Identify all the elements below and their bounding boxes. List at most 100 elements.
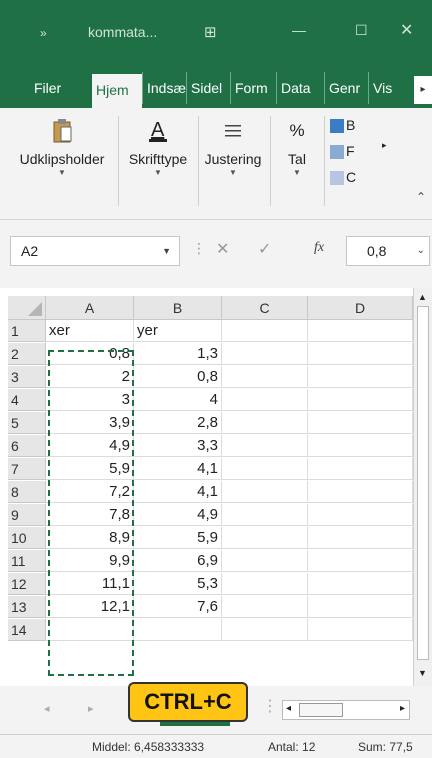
cell-a[interactable]: 3	[46, 389, 134, 411]
cell-b[interactable]: 7,6	[134, 596, 222, 618]
styles-group[interactable]: B F C ▸	[330, 112, 396, 202]
cell-c[interactable]	[222, 366, 308, 388]
row-header[interactable]: 8	[8, 481, 46, 503]
cell-c[interactable]	[222, 343, 308, 365]
cell-b[interactable]: 1,3	[134, 343, 222, 365]
cell-c[interactable]	[222, 504, 308, 526]
chevron-down-icon[interactable]: ▼	[162, 237, 171, 265]
row-header[interactable]: 2	[8, 343, 46, 365]
font-group[interactable]: A Skrifttype ▼	[118, 112, 198, 180]
cell-c[interactable]	[222, 573, 308, 595]
number-group[interactable]: % Tal ▼	[280, 112, 314, 180]
collapse-ribbon-icon[interactable]: ⌃	[416, 190, 426, 204]
cell-a[interactable]: 8,9	[46, 527, 134, 549]
cell-d[interactable]	[308, 504, 413, 526]
quick-access-icon[interactable]: »	[40, 26, 47, 40]
maximize-icon[interactable]: ☐	[355, 22, 368, 39]
cell-a[interactable]: 12,1	[46, 596, 134, 618]
conditional-formatting-button[interactable]: B	[330, 112, 396, 138]
sheet-next-icon[interactable]: ▸	[88, 702, 94, 715]
formula-input[interactable]: 0,8 ⌄	[346, 236, 430, 266]
cell-b[interactable]: 2,8	[134, 412, 222, 434]
cell-b[interactable]: 4,1	[134, 481, 222, 503]
cell-a[interactable]: xer	[46, 320, 134, 342]
sheet-prev-icon[interactable]: ◂	[44, 702, 50, 715]
cell-b[interactable]	[134, 619, 222, 641]
vertical-scrollbar[interactable]: ▲ ▼	[413, 288, 432, 686]
cell-a[interactable]: 4,9	[46, 435, 134, 457]
cell-c[interactable]	[222, 550, 308, 572]
cell-b[interactable]: 3,3	[134, 435, 222, 457]
cell-d[interactable]	[308, 573, 413, 595]
cell-d[interactable]	[308, 320, 413, 342]
row-header[interactable]: 10	[8, 527, 46, 549]
scrollbar-thumb[interactable]	[417, 306, 429, 660]
row-header[interactable]: 13	[8, 596, 46, 618]
cell-c[interactable]	[222, 412, 308, 434]
chevron-down-icon[interactable]: ⌄	[417, 237, 425, 265]
cell-d[interactable]	[308, 343, 413, 365]
cell-d[interactable]	[308, 435, 413, 457]
tab-formler[interactable]: Form	[230, 72, 276, 104]
column-header-b[interactable]: B	[134, 296, 222, 320]
cell-a[interactable]: 5,9	[46, 458, 134, 480]
cell-c[interactable]	[222, 320, 308, 342]
cell-b[interactable]: yer	[134, 320, 222, 342]
cell-a[interactable]	[46, 619, 134, 641]
tab-filer[interactable]: Filer	[30, 72, 76, 104]
row-header[interactable]: 12	[8, 573, 46, 595]
splitter-icon[interactable]: ⋮	[262, 696, 278, 716]
cancel-icon[interactable]: ✕	[216, 239, 229, 259]
close-icon[interactable]: ✕	[400, 20, 413, 40]
insert-function-icon[interactable]: fx	[314, 240, 324, 256]
styles-more-icon[interactable]: ▸	[382, 140, 387, 151]
ribbon-display-icon[interactable]: ⊞	[204, 23, 217, 41]
cell-b[interactable]: 4,1	[134, 458, 222, 480]
row-header[interactable]: 7	[8, 458, 46, 480]
cell-c[interactable]	[222, 527, 308, 549]
name-box[interactable]: A2 ▼	[10, 236, 180, 266]
cell-d[interactable]	[308, 389, 413, 411]
cell-a[interactable]: 3,9	[46, 412, 134, 434]
tab-indsaet[interactable]: Indsæ	[142, 72, 186, 104]
cell-styles-button[interactable]: C	[330, 164, 396, 190]
scroll-up-icon[interactable]: ▲	[418, 292, 427, 302]
scroll-left-icon[interactable]: ◂	[286, 703, 291, 714]
cell-a[interactable]: 7,8	[46, 504, 134, 526]
cell-b[interactable]: 4,9	[134, 504, 222, 526]
tab-gennemse[interactable]: Genr	[324, 72, 368, 104]
minimize-icon[interactable]: —	[292, 22, 306, 38]
cell-a[interactable]: 11,1	[46, 573, 134, 595]
row-header[interactable]: 11	[8, 550, 46, 572]
scrollbar-thumb[interactable]	[299, 703, 343, 717]
cell-d[interactable]	[308, 481, 413, 503]
cell-d[interactable]	[308, 550, 413, 572]
row-header[interactable]: 5	[8, 412, 46, 434]
cell-d[interactable]	[308, 366, 413, 388]
cell-a[interactable]: 7,2	[46, 481, 134, 503]
cell-a[interactable]: 2	[46, 366, 134, 388]
column-header-c[interactable]: C	[222, 296, 308, 320]
cell-c[interactable]	[222, 481, 308, 503]
row-header[interactable]: 3	[8, 366, 46, 388]
cell-a[interactable]: 0,8	[46, 343, 134, 365]
select-all-corner[interactable]	[8, 296, 46, 320]
row-header[interactable]: 1	[8, 320, 46, 342]
tab-sidelayout[interactable]: Sidel	[186, 72, 230, 104]
tab-hjem[interactable]: Hjem	[92, 74, 142, 108]
cell-a[interactable]: 9,9	[46, 550, 134, 572]
tabs-scroll-right-icon[interactable]: ▸	[414, 76, 432, 104]
cell-c[interactable]	[222, 458, 308, 480]
cell-d[interactable]	[308, 596, 413, 618]
column-header-a[interactable]: A	[46, 296, 134, 320]
cell-c[interactable]	[222, 435, 308, 457]
confirm-icon[interactable]: ✓	[258, 239, 271, 259]
cell-d[interactable]	[308, 412, 413, 434]
horizontal-scrollbar[interactable]: ◂ ▸	[282, 700, 410, 720]
tab-vis[interactable]: Vis	[368, 72, 402, 104]
cell-c[interactable]	[222, 619, 308, 641]
cell-b[interactable]: 4	[134, 389, 222, 411]
cell-b[interactable]: 0,8	[134, 366, 222, 388]
cell-d[interactable]	[308, 619, 413, 641]
row-header[interactable]: 14	[8, 619, 46, 641]
